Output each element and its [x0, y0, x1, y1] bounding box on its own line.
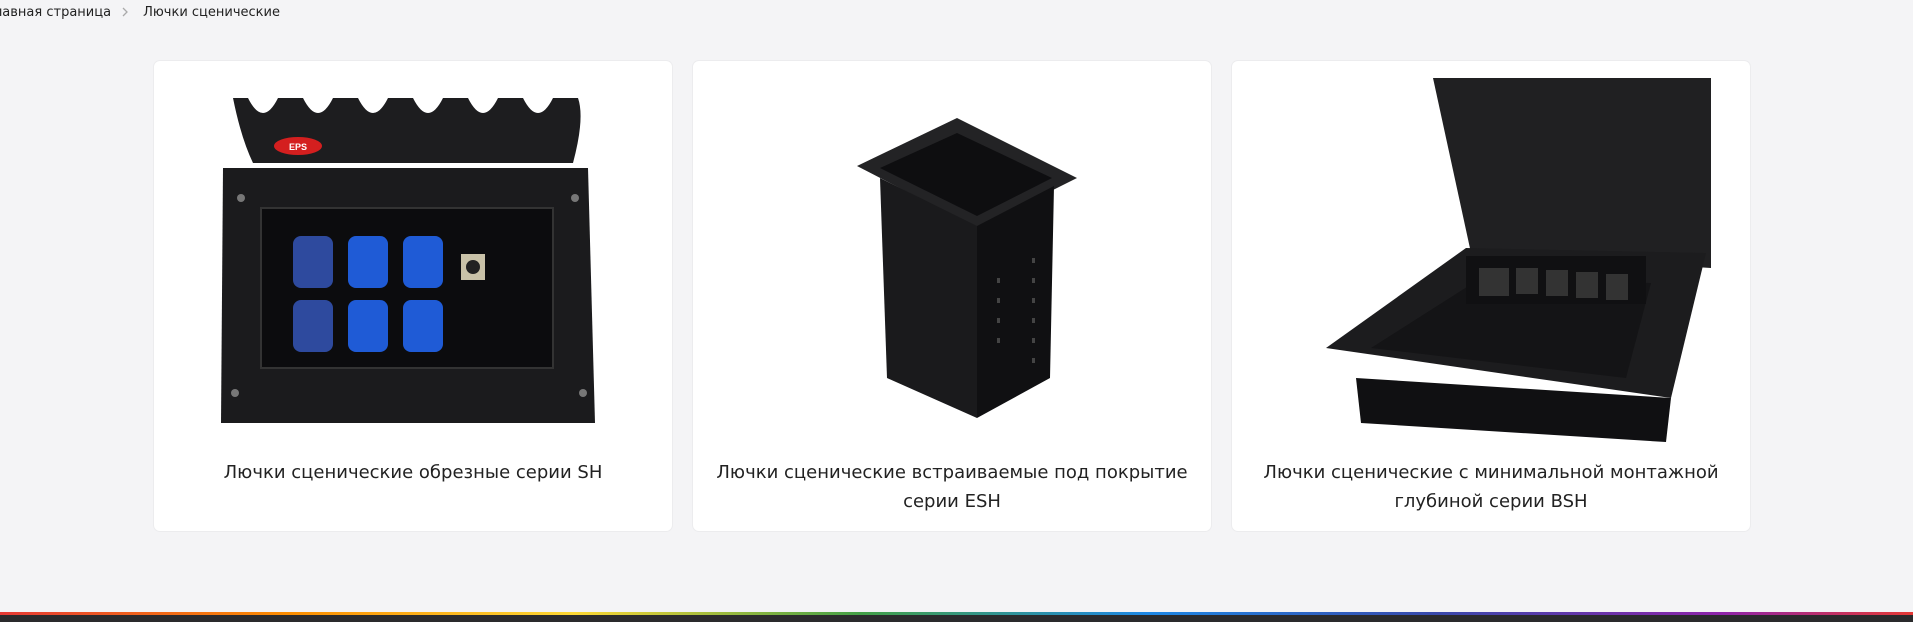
product-card-bsh[interactable]: Лючки сценические с минимальной монтажно… [1232, 61, 1750, 531]
chevron-right-icon [121, 7, 133, 17]
product-card-sh[interactable]: EPS Лючки сценические обрезные серии SH [154, 61, 672, 531]
product-image-bsh[interactable] [1232, 78, 1750, 442]
product-grid: EPS Лючки сценические обрезные серии SH … [154, 61, 1750, 531]
breadcrumb: лавная страница Лючки сценические [0, 4, 280, 20]
breadcrumb-current: Лючки сценические [143, 4, 280, 20]
product-image-sh[interactable]: EPS [154, 78, 672, 442]
product-image-esh[interactable] [693, 78, 1211, 442]
product-title-sh[interactable]: Лючки сценические обрезные серии SH [168, 458, 658, 487]
product-card-esh[interactable]: Лючки сценические встраиваемые под покры… [693, 61, 1211, 531]
product-title-bsh[interactable]: Лючки сценические с минимальной монтажно… [1246, 458, 1736, 516]
product-title-esh[interactable]: Лючки сценические встраиваемые под покры… [707, 458, 1197, 516]
footer-color-stripe [0, 612, 1913, 615]
breadcrumb-home-link[interactable]: лавная страница [0, 5, 111, 20]
svg-text:EPS: EPS [289, 142, 307, 152]
